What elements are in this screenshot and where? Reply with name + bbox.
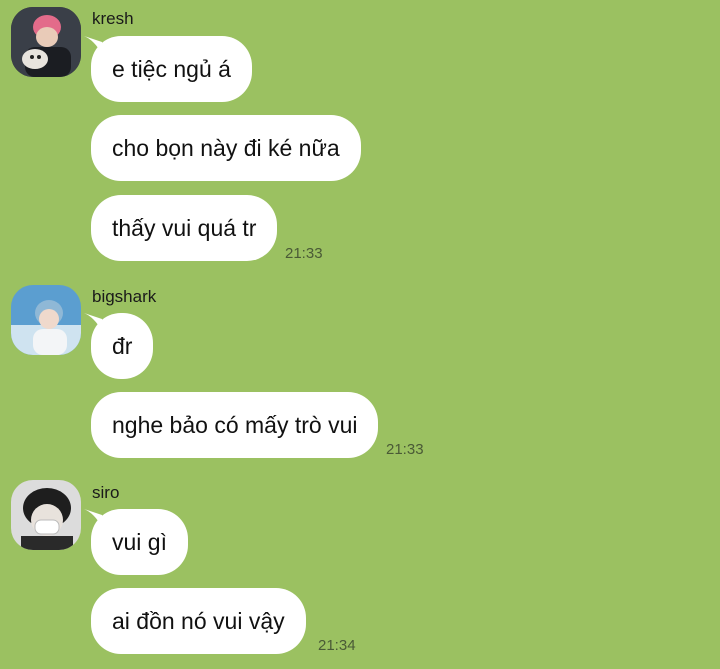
message-bubble[interactable]: thấy vui quá tr: [91, 195, 278, 261]
message-bubble[interactable]: nghe bảo có mấy trò vui: [91, 392, 379, 458]
message-bubble[interactable]: vui gì: [91, 509, 188, 575]
siro-avatar-icon: [11, 480, 81, 550]
message-text: thấy vui quá tr: [112, 214, 257, 241]
message-bubble[interactable]: e tiệc ngủ á: [91, 36, 252, 102]
bigshark-avatar-icon: [11, 285, 81, 355]
avatar[interactable]: [11, 7, 81, 77]
avatar[interactable]: [11, 285, 81, 355]
sender-name: bigshark: [92, 287, 157, 306]
kresh-avatar-icon: [11, 7, 81, 77]
message-text: e tiệc ngủ á: [112, 55, 231, 82]
message-time: 21:34: [318, 637, 356, 654]
message-text: đr: [112, 332, 133, 359]
message-time: 21:33: [285, 245, 323, 262]
message-text: vui gì: [112, 528, 167, 555]
message-bubble[interactable]: ai đồn nó vui vậy: [91, 588, 306, 654]
message-text: cho bọn này đi ké nữa: [112, 134, 340, 161]
message-text: nghe bảo có mấy trò vui: [112, 411, 358, 438]
sender-name: kresh: [92, 9, 134, 28]
avatar[interactable]: [11, 480, 81, 550]
message-text: ai đồn nó vui vậy: [112, 607, 285, 634]
sender-name: siro: [92, 483, 120, 502]
message-time: 21:33: [386, 441, 424, 458]
message-bubble[interactable]: đr: [91, 313, 154, 379]
message-bubble[interactable]: cho bọn này đi ké nữa: [91, 115, 361, 181]
